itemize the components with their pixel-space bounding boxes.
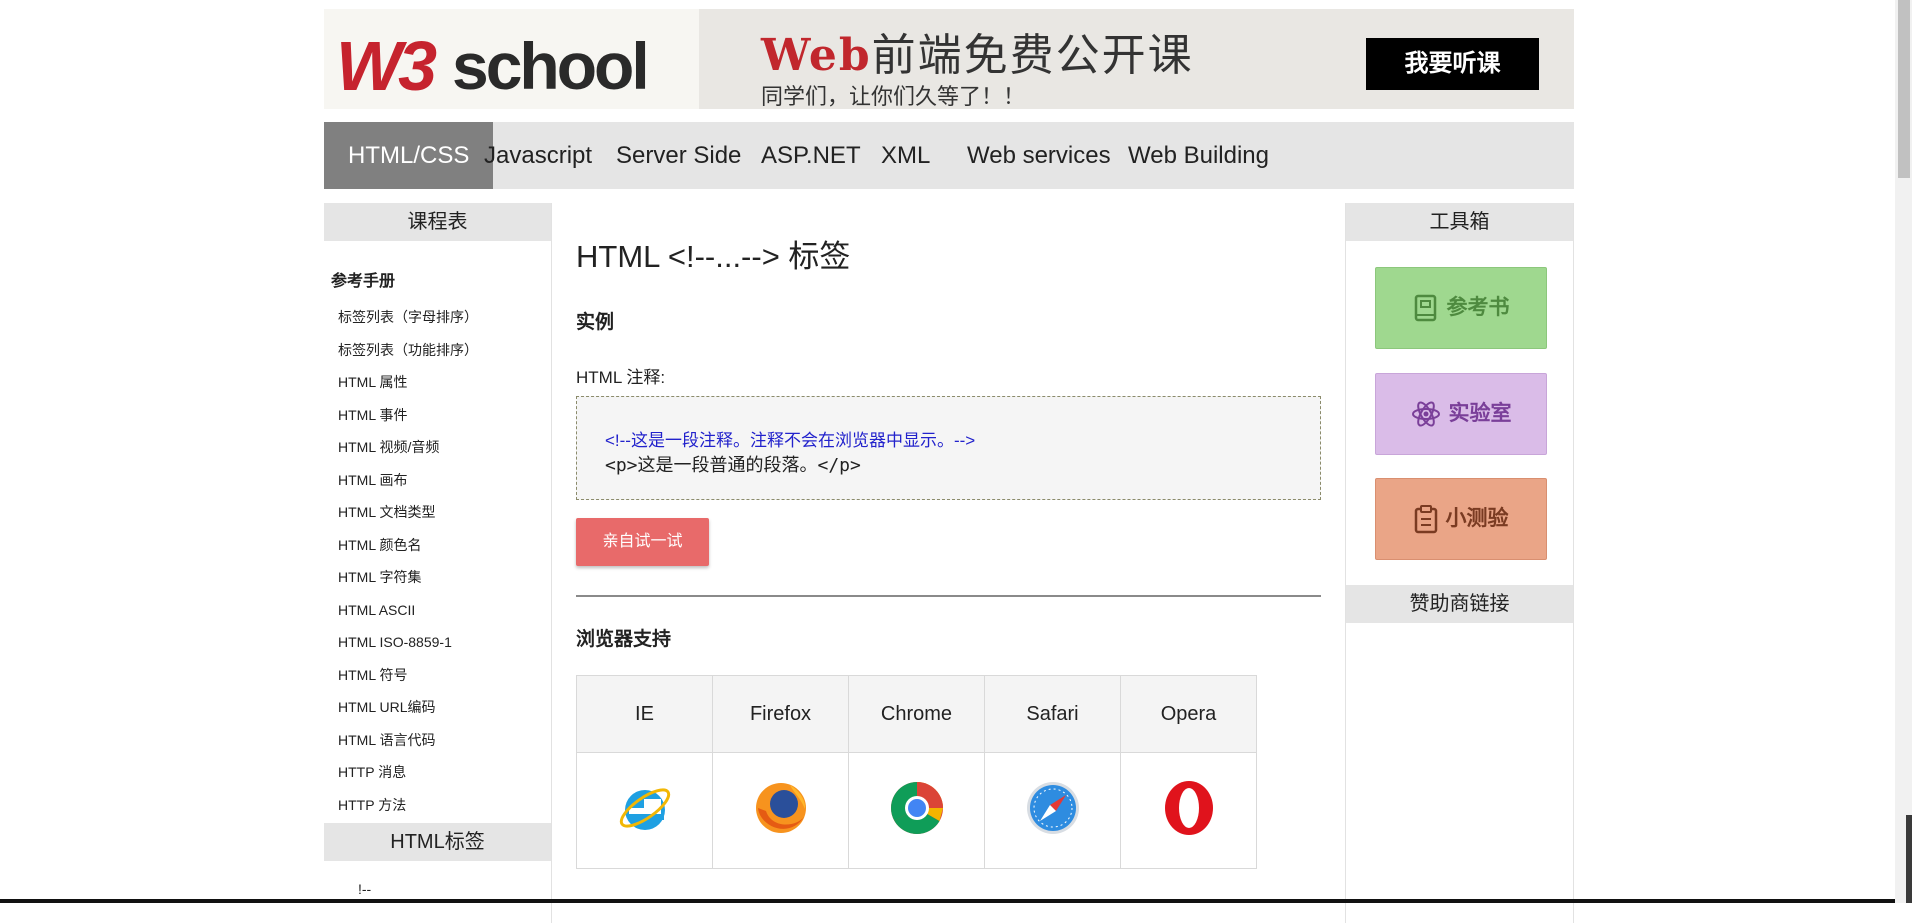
- sponsor-heading: 赞助商链接: [1346, 585, 1573, 623]
- left-sidebar: 课程表 参考手册 标签列表（字母排序） 标签列表（功能排序） HTML 属性 H…: [324, 203, 552, 923]
- opera-icon: [1164, 781, 1213, 835]
- reference-book-button[interactable]: 参考书: [1375, 267, 1547, 349]
- sidebar-link[interactable]: HTTP 消息: [338, 756, 551, 789]
- sidebar-link[interactable]: HTML 事件: [338, 399, 551, 432]
- browser-name-firefox: Firefox: [712, 675, 849, 753]
- ad-banner[interactable]: Web前端免费公开课 同学们，让你们久等了！！ 我要听课: [699, 9, 1574, 109]
- right-sidebar: 工具箱 参考书 实验室 小测验 赞助商链接: [1345, 203, 1574, 923]
- book-icon: [1414, 295, 1436, 322]
- browser-name-ie: IE: [576, 675, 713, 753]
- quiz-label: 小测验: [1445, 507, 1509, 530]
- banner-title-rest: 前端免费公开课: [871, 30, 1194, 81]
- toolbox-heading: 工具箱: [1346, 203, 1573, 241]
- browser-cell-safari: [984, 752, 1121, 869]
- sidebar-link[interactable]: HTML 字符集: [338, 561, 551, 594]
- scrollbar-indicator: [1906, 815, 1912, 903]
- sidebar-link[interactable]: HTML 属性: [338, 366, 551, 399]
- chrome-icon: [890, 782, 943, 834]
- clipboard-icon: [1414, 505, 1437, 534]
- sidebar-link[interactable]: HTML 语言代码: [338, 724, 551, 757]
- page-title: HTML <!--...--> 标签: [576, 239, 851, 274]
- banner-subtitle: 同学们，让你们久等了！！: [761, 84, 1026, 109]
- course-table-heading: 课程表: [324, 203, 551, 241]
- sidebar-link[interactable]: 标签列表（功能排序）: [338, 334, 551, 367]
- sidebar-link[interactable]: HTML 画布: [338, 464, 551, 497]
- scrollbar-thumb[interactable]: [1898, 0, 1910, 178]
- bottom-edge: [0, 899, 1895, 903]
- listen-course-button[interactable]: 我要听课: [1366, 38, 1539, 90]
- quiz-button[interactable]: 小测验: [1375, 478, 1547, 560]
- sidebar-tag-link[interactable]: !--: [358, 881, 551, 897]
- code-example: <!--这是一段注释。注释不会在浏览器中显示。--> <p>这是一段普通的段落。…: [576, 396, 1321, 500]
- lab-label: 实验室: [1448, 402, 1512, 425]
- browser-name-chrome: Chrome: [848, 675, 985, 753]
- example-label: HTML 注释:: [576, 368, 666, 387]
- sidebar-link[interactable]: HTML ISO-8859-1: [338, 626, 551, 659]
- browser-cell-opera: [1120, 752, 1257, 869]
- safari-icon: [1026, 782, 1079, 834]
- nav-item-web-building[interactable]: Web Building: [1104, 122, 1293, 189]
- banner-title: Web前端免费公开课: [761, 19, 1194, 83]
- lab-button[interactable]: 实验室: [1375, 373, 1547, 455]
- browser-support-heading: 浏览器支持: [576, 629, 672, 650]
- browser-name-safari: Safari: [984, 675, 1121, 753]
- banner-title-web: Web: [761, 30, 872, 81]
- header: W3 school Web前端免费公开课 同学们，让你们久等了！！ 我要听课: [324, 9, 1574, 109]
- logo-w3: W3: [336, 27, 437, 105]
- sidebar-link[interactable]: HTML 文档类型: [338, 496, 551, 529]
- browser-cell-ie: [576, 752, 713, 869]
- top-nav: HTML/CSS Javascript Server Side ASP.NET …: [324, 122, 1574, 189]
- browser-cell-chrome: [848, 752, 985, 869]
- browser-cell-firefox: [712, 752, 849, 869]
- sidebar-link[interactable]: HTTP 方法: [338, 789, 551, 822]
- browser-name-opera: Opera: [1120, 675, 1257, 753]
- try-it-button[interactable]: 亲自试一试: [576, 518, 709, 566]
- reference-book-label: 参考书: [1446, 296, 1510, 319]
- example-heading: 实例: [576, 312, 615, 333]
- code-comment-line: <!--这是一段注释。注释不会在浏览器中显示。-->: [605, 431, 976, 450]
- sidebar-link[interactable]: HTML 颜色名: [338, 529, 551, 562]
- reference-subheading: 参考手册: [331, 273, 396, 290]
- divider: [576, 595, 1321, 597]
- firefox-icon: [755, 783, 806, 833]
- code-paragraph-line: <p>这是一段普通的段落。</p>: [605, 455, 861, 476]
- w3school-logo[interactable]: W3 school: [324, 9, 699, 109]
- nav-item-xml[interactable]: XML: [857, 122, 954, 189]
- sidebar-link[interactable]: HTML 符号: [338, 659, 551, 692]
- browser-support-table: IE Firefox Chrome Safari Opera: [576, 675, 1257, 869]
- ie-icon: [619, 788, 670, 830]
- sponsor-section: 赞助商链接: [1346, 585, 1573, 623]
- sidebar-link[interactable]: HTML 视频/音频: [338, 431, 551, 464]
- logo-school: school: [452, 29, 650, 103]
- sidebar-link[interactable]: HTML ASCII: [338, 594, 551, 627]
- vertical-scrollbar[interactable]: [1895, 0, 1912, 903]
- atom-icon: [1411, 401, 1440, 427]
- sidebar-link[interactable]: 标签列表（字母排序）: [338, 301, 551, 334]
- sidebar-link[interactable]: HTML URL编码: [338, 691, 551, 724]
- html-tags-heading: HTML标签: [324, 823, 551, 861]
